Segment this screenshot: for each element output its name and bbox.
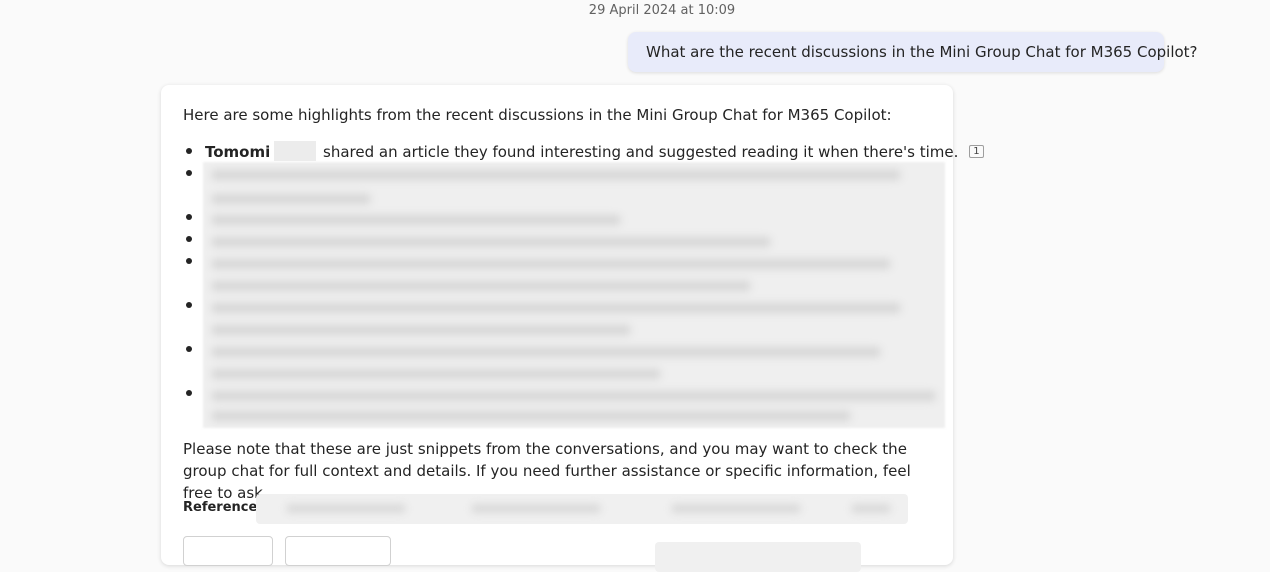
redacted-line <box>211 215 621 225</box>
chat-timestamp: 29 April 2024 at 10:09 <box>588 3 736 18</box>
redacted-line <box>211 369 661 379</box>
bullet <box>186 170 192 176</box>
bullet <box>186 214 192 220</box>
response-intro: Here are some highlights from the recent… <box>183 106 892 124</box>
list-item: Tomomi shared an article they found inte… <box>205 141 984 162</box>
copy-button[interactable] <box>285 536 391 566</box>
redacted-list-content <box>203 162 945 428</box>
redacted-footer-control[interactable] <box>655 542 861 572</box>
bullet <box>186 390 192 396</box>
user-message-bubble: What are the recent discussions in the M… <box>628 32 1198 72</box>
references-label: References <box>183 500 266 515</box>
bullet <box>186 258 192 264</box>
redacted-line <box>471 504 601 513</box>
redacted-line <box>211 347 881 357</box>
redacted-line <box>211 170 901 180</box>
redacted-line <box>211 259 891 269</box>
redacted-line <box>211 281 751 291</box>
reference-chip[interactable]: 1 <box>969 145 984 158</box>
bullet <box>186 302 192 308</box>
redacted-line <box>671 504 801 513</box>
person-name: Tomomi <box>205 143 271 161</box>
bullet <box>186 236 192 242</box>
redacted-line <box>851 504 891 513</box>
bullet <box>186 148 192 154</box>
redacted-line <box>211 391 936 401</box>
redacted-line <box>211 325 631 335</box>
bullet <box>186 346 192 352</box>
redacted-line <box>211 411 851 421</box>
copilot-response-card: Here are some highlights from the recent… <box>161 85 984 572</box>
redacted-line <box>211 194 371 204</box>
redacted-line <box>211 237 771 247</box>
redacted-references[interactable] <box>256 494 908 524</box>
redacted-surname <box>274 141 317 161</box>
redacted-line <box>211 303 901 313</box>
redacted-line <box>286 504 406 513</box>
list-item-text: shared an article they found interesting… <box>323 143 959 161</box>
feedback-button[interactable] <box>183 536 273 566</box>
